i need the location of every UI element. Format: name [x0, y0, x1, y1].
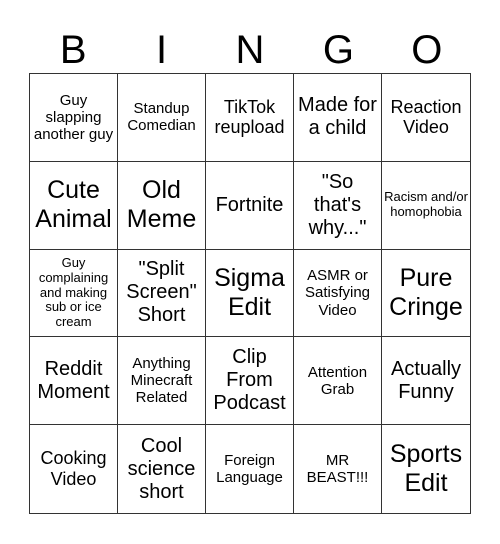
bingo-cell[interactable]: "Split Screen" Short — [118, 249, 206, 338]
bingo-cell[interactable]: "So that's why..." — [294, 161, 382, 250]
bingo-cell[interactable]: Made for a child — [294, 74, 382, 162]
bingo-cell[interactable]: Reaction Video — [382, 74, 470, 162]
bingo-cell[interactable]: Fortnite — [206, 161, 294, 250]
bingo-cell-text: "So that's why..." — [308, 170, 367, 239]
bingo-cell-text: Reaction Video — [390, 96, 462, 138]
bingo-cell-text: Guy complaining and making sub or ice cr… — [38, 254, 109, 330]
bingo-cell[interactable]: ASMR or Satisfying Video — [294, 249, 382, 338]
bingo-cell[interactable]: Sports Edit — [382, 425, 470, 513]
bingo-cell[interactable]: Clip From Podcast — [206, 337, 294, 426]
bingo-cell[interactable]: Cool science short — [118, 425, 206, 513]
header-letter-n: N — [235, 28, 265, 72]
bingo-cell[interactable]: TikTok reupload — [206, 74, 294, 162]
bingo-cell[interactable]: Foreign Language — [206, 425, 294, 513]
bingo-cell-text: Attention Grab — [307, 363, 368, 398]
bingo-cell-text: Cooking Video — [40, 448, 107, 490]
bingo-cell[interactable]: Anything Minecraft Related — [118, 337, 206, 426]
bingo-cell-text: Clip From Podcast — [213, 346, 286, 415]
bingo-cell[interactable]: Pure Cringe — [382, 250, 470, 338]
bingo-cell-text: Made for a child — [298, 94, 377, 140]
bingo-cell-text: Reddit Moment — [37, 357, 110, 403]
bingo-cell[interactable]: Racism and/or homophobia — [382, 162, 470, 250]
bingo-cell-text: Cute Animal — [35, 176, 112, 234]
bingo-cell[interactable]: Old Meme — [118, 161, 206, 250]
bingo-cell[interactable]: Standup Comedian — [118, 74, 206, 162]
header-letter-o: O — [411, 28, 443, 72]
bingo-cell-text: Guy slapping another guy — [33, 91, 114, 144]
bingo-cell[interactable]: Guy slapping another guy — [30, 74, 118, 162]
header-letter-i: I — [156, 28, 168, 72]
bingo-cell-text: ASMR or Satisfying Video — [304, 267, 371, 319]
bingo-cell-text: Actually Funny — [390, 357, 462, 403]
header-letter-b: B — [59, 28, 87, 72]
bingo-cell[interactable]: Actually Funny — [382, 337, 470, 426]
bingo-cell-text: Cool science short — [127, 434, 196, 503]
bingo-cell-text: Fortnite — [215, 193, 284, 216]
header-letter-g: G — [322, 28, 354, 72]
bingo-cell[interactable]: Attention Grab — [294, 337, 382, 426]
bingo-cell-text: Pure Cringe — [389, 264, 463, 321]
bingo-cell-text: Old Meme — [126, 176, 197, 234]
bingo-cell-text: Foreign Language — [216, 451, 283, 487]
bingo-cell-text: Racism and/or homophobia — [384, 189, 468, 220]
bingo-cell-text: "Split Screen" Short — [126, 258, 197, 327]
bingo-cell[interactable]: Sigma Edit — [206, 249, 294, 338]
bingo-grid: Guy slapping another guy Standup Comedian… — [29, 73, 471, 514]
bingo-cell-text: Anything Minecraft Related — [130, 354, 193, 407]
bingo-cell-text: Sports Edit — [389, 440, 463, 498]
bingo-cell[interactable]: Guy complaining and making sub or ice cr… — [30, 249, 118, 338]
bingo-cell[interactable]: Reddit Moment — [30, 337, 118, 426]
bingo-cell-text: Standup Comedian — [127, 100, 196, 135]
bingo-header: B I N G O — [29, 28, 471, 72]
bingo-cell-text: MR BEAST!!! — [306, 451, 369, 487]
bingo-cell[interactable]: Cooking Video — [30, 425, 118, 513]
bingo-cell-text: Sigma Edit — [214, 264, 285, 321]
bingo-cell[interactable]: Cute Animal — [30, 161, 118, 250]
bingo-cell[interactable]: MR BEAST!!! — [294, 425, 382, 513]
bingo-cell-text: TikTok reupload — [214, 96, 285, 138]
